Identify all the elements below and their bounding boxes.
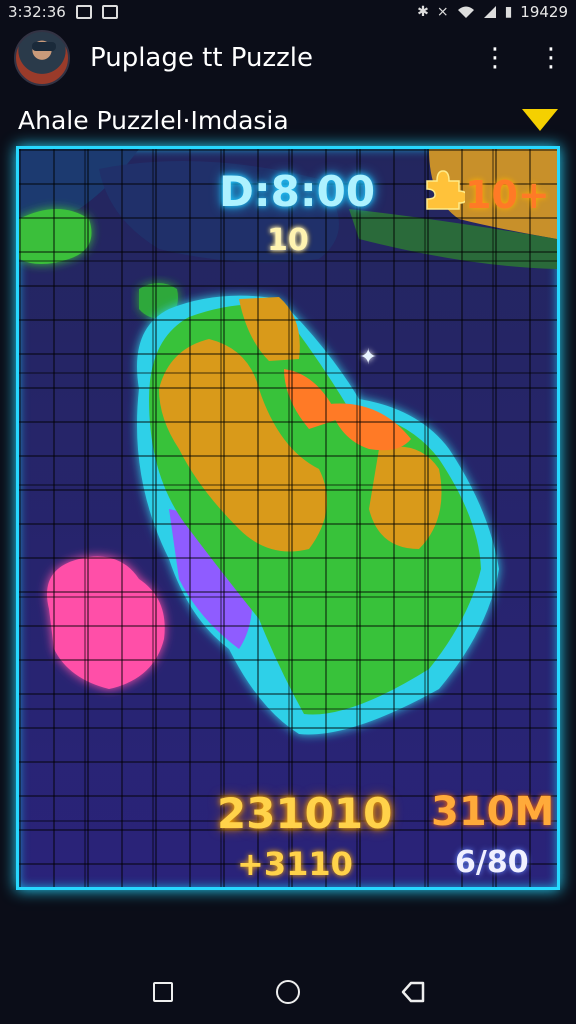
wifi-icon	[457, 6, 474, 18]
recents-icon[interactable]	[143, 972, 183, 1012]
status-time: 3:32:36	[8, 3, 66, 21]
battery-icon: ▮	[504, 4, 513, 20]
avatar[interactable]	[14, 30, 70, 86]
triangle-down-icon[interactable]	[522, 109, 558, 131]
home-icon[interactable]	[268, 972, 308, 1012]
puzzle-board[interactable]: D:8:00 10 10+ ✦ 231010 +3110 310M 6/80	[16, 146, 560, 890]
bonus: +3110	[237, 845, 353, 883]
app-bar: Puplage tt Puzzle ⋮ ⋮	[0, 26, 576, 90]
moves-count: 10	[267, 223, 309, 258]
app-title: Puplage tt Puzzle	[90, 43, 313, 73]
pieces-progress: 6/80	[455, 845, 529, 880]
target-score: 310M	[431, 789, 555, 835]
bluetooth-icon: ✱	[417, 4, 429, 20]
puzzle-selector[interactable]: Ahale Puzzlel·Imdasia	[0, 100, 576, 140]
score: 231010	[217, 789, 393, 838]
mute-icon: ⨯	[436, 4, 449, 20]
back-icon[interactable]	[393, 972, 433, 1012]
jigsaw-grid	[19, 149, 557, 887]
status-clock-right: 19429	[520, 3, 568, 21]
timer: D:8:00	[219, 167, 376, 216]
navigation-bar	[0, 960, 576, 1024]
image-icon	[75, 5, 92, 19]
top-score: 10+	[465, 173, 550, 217]
puzzle-name: Ahale Puzzlel·Imdasia	[18, 105, 289, 135]
puzzle-piece-icon	[426, 170, 465, 210]
more-vert-icon[interactable]: ⋮	[538, 45, 564, 71]
status-bar: 3:32:36 ✱ ⨯ ▮ 19429	[0, 0, 576, 24]
notification-icon	[101, 5, 118, 19]
sparkle-icon: ✦	[359, 345, 378, 370]
more-vert-icon[interactable]: ⋮	[482, 45, 508, 71]
signal-icon	[483, 6, 496, 18]
